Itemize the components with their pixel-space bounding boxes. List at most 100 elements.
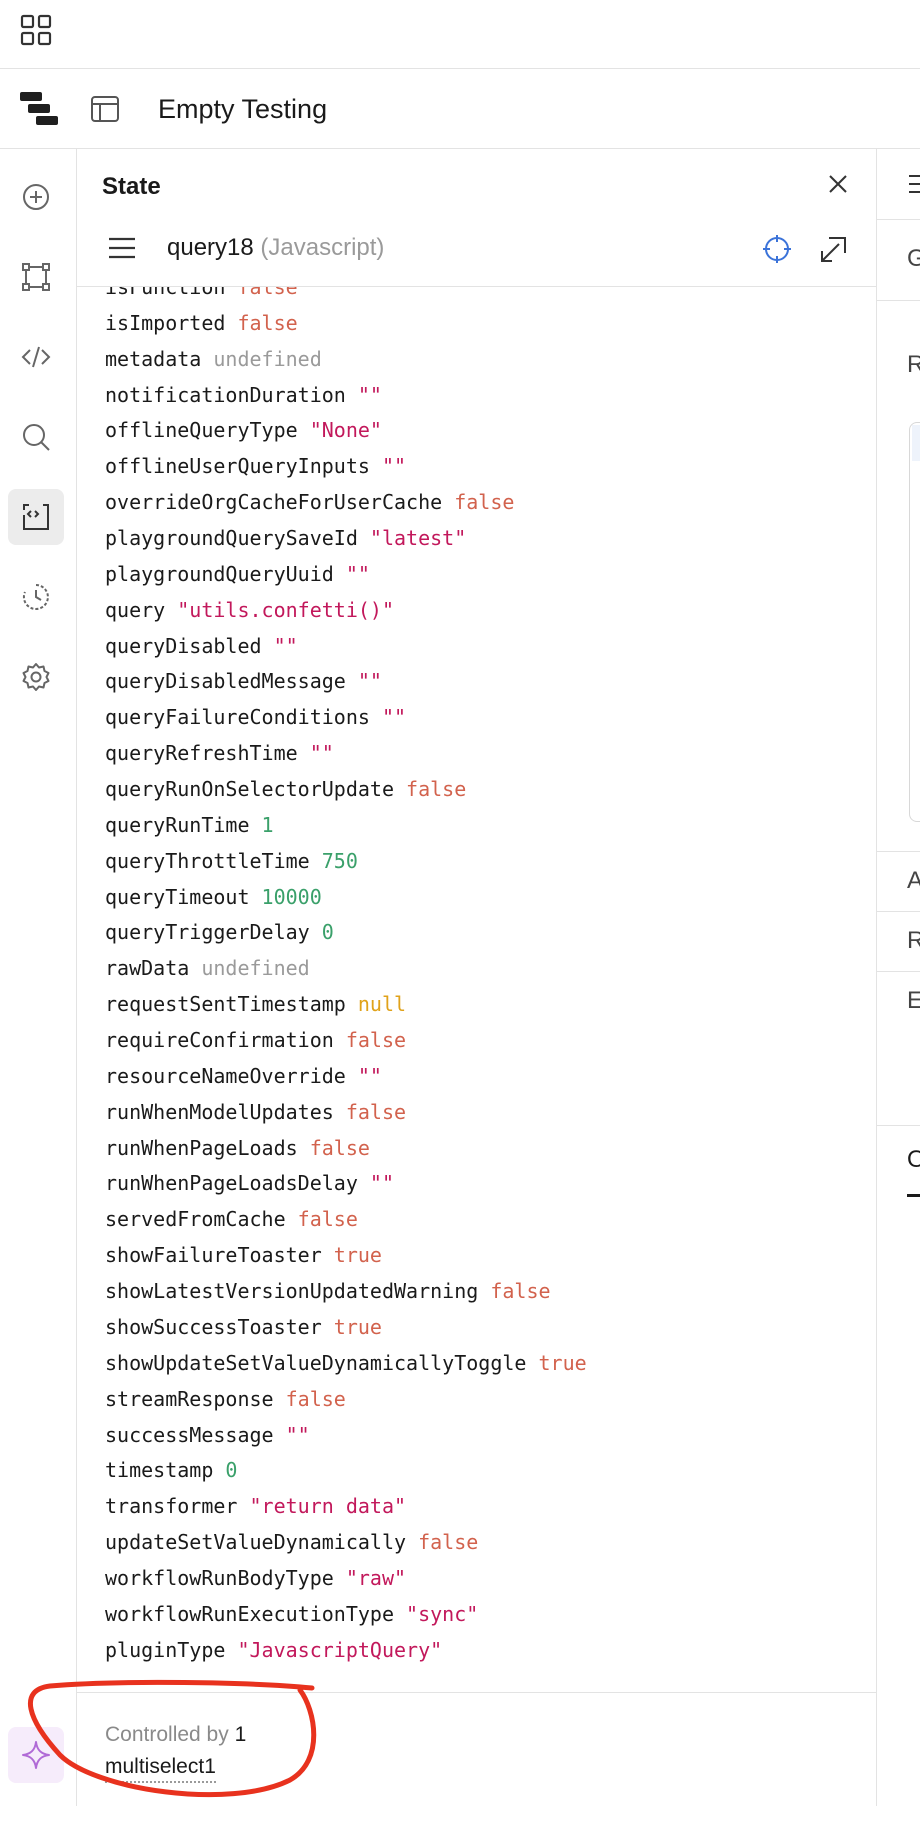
sparkle-ai-icon <box>22 1741 50 1769</box>
state-button[interactable] <box>8 489 64 545</box>
state-row[interactable]: pluginType "JavascriptQuery" <box>105 1633 587 1669</box>
settings-button[interactable] <box>8 649 64 705</box>
state-key: notificationDuration <box>105 382 346 407</box>
state-row[interactable]: playgroundQueryUuid "" <box>105 557 587 593</box>
state-row[interactable]: requireConfirmation false <box>105 1023 587 1059</box>
state-row[interactable]: queryTimeout 10000 <box>105 880 587 916</box>
state-value: undefined <box>213 346 322 371</box>
state-key: rawData <box>105 956 190 981</box>
state-key: successMessage <box>105 1422 274 1447</box>
state-key: transformer <box>105 1494 238 1519</box>
top-bar <box>0 0 920 69</box>
state-value: "" <box>345 561 370 586</box>
query-type: (Javascript) <box>260 234 385 261</box>
state-row[interactable]: showLatestVersionUpdatedWarning false <box>105 1274 587 1310</box>
state-value: "" <box>357 669 382 694</box>
component-tree-button[interactable] <box>8 249 64 305</box>
retool-logo-icon[interactable] <box>20 91 58 127</box>
state-value: false <box>345 1099 407 1124</box>
state-row[interactable]: servedFromCache false <box>105 1202 587 1238</box>
state-key: servedFromCache <box>105 1207 286 1232</box>
popout-icon[interactable] <box>817 233 849 265</box>
state-value: "latest" <box>369 526 467 551</box>
state-row[interactable]: notificationDuration "" <box>105 378 587 414</box>
state-key: queryThrottleTime <box>105 848 310 873</box>
history-icon <box>22 584 49 610</box>
right-inspector-panel: G R A R E O <box>877 149 920 1806</box>
state-row[interactable]: showUpdateSetValueDynamicallyToggle true <box>105 1346 587 1382</box>
history-button[interactable] <box>8 569 64 625</box>
state-key: queryFailureConditions <box>105 705 370 730</box>
state-key: queryDisabled <box>105 633 262 658</box>
state-row[interactable]: streamResponse false <box>105 1382 587 1418</box>
state-row[interactable]: runWhenModelUpdates false <box>105 1095 587 1131</box>
state-value: "utils.confetti()" <box>177 597 395 622</box>
state-row[interactable]: query "utils.confetti()" <box>105 593 587 629</box>
add-circle-icon <box>23 184 49 210</box>
panel-title: State <box>102 173 161 200</box>
controlled-by-count: 1 <box>234 1723 247 1746</box>
state-row[interactable]: runWhenPageLoads false <box>105 1131 587 1167</box>
state-row[interactable]: showSuccessToaster true <box>105 1310 587 1346</box>
state-key: isImported <box>105 310 226 335</box>
state-row[interactable]: playgroundQuerySaveId "latest" <box>105 521 587 557</box>
state-row[interactable]: isImported false <box>105 306 587 342</box>
state-row[interactable]: isFunction false <box>105 287 587 306</box>
ai-assist-button[interactable] <box>8 1727 64 1783</box>
state-row[interactable]: runWhenPageLoadsDelay "" <box>105 1166 587 1202</box>
state-value: false <box>309 1135 370 1160</box>
state-row[interactable]: queryFailureConditions "" <box>105 700 587 736</box>
add-component-button[interactable] <box>8 169 64 225</box>
state-row[interactable]: requestSentTimestamp null <box>105 987 587 1023</box>
state-key: showSuccessToaster <box>105 1314 322 1339</box>
state-row[interactable]: queryThrottleTime 750 <box>105 844 587 880</box>
left-sidebar <box>0 149 77 1806</box>
state-key: pluginType <box>105 1637 226 1662</box>
selected-query[interactable]: query18 (Javascript) <box>167 232 384 264</box>
state-row[interactable]: timestamp 0 <box>105 1453 587 1489</box>
right-panel-box[interactable] <box>909 422 920 822</box>
state-row[interactable]: overrideOrgCacheForUserCache false <box>105 485 587 521</box>
state-row[interactable]: queryDisabledMessage "" <box>105 664 587 700</box>
layout-icon[interactable] <box>90 95 120 123</box>
state-row[interactable]: showFailureToaster true <box>105 1238 587 1274</box>
locate-target-icon[interactable] <box>761 233 793 265</box>
state-row[interactable]: successMessage "" <box>105 1418 587 1454</box>
state-key: streamResponse <box>105 1386 274 1411</box>
state-list[interactable]: isFunction false isImported false metadata… <box>77 287 877 1842</box>
state-row[interactable]: queryDisabled "" <box>105 629 587 665</box>
state-key: queryRunOnSelectorUpdate <box>105 777 394 802</box>
state-key: showLatestVersionUpdatedWarning <box>105 1279 479 1304</box>
state-value: "None" <box>309 418 382 443</box>
state-value: "JavascriptQuery" <box>237 1637 443 1662</box>
menu-icon[interactable] <box>107 235 137 261</box>
search-button[interactable] <box>8 409 64 465</box>
state-row[interactable]: updateSetValueDynamically false <box>105 1525 587 1561</box>
state-key: overrideOrgCacheForUserCache <box>105 490 443 515</box>
state-row[interactable]: resourceNameOverride "" <box>105 1059 587 1095</box>
state-value: false <box>454 490 515 515</box>
state-row[interactable]: rawData undefined <box>105 951 587 987</box>
right-panel-tab[interactable]: O <box>907 1144 920 1176</box>
close-icon[interactable] <box>823 169 853 199</box>
apps-grid-icon[interactable] <box>20 14 52 46</box>
settings-icon <box>22 663 50 691</box>
state-row[interactable]: offlineQueryType "None" <box>105 413 587 449</box>
state-value: undefined <box>201 956 310 981</box>
controller-link[interactable]: multiselect1 <box>105 1753 216 1783</box>
state-row[interactable]: metadata undefined <box>105 342 587 378</box>
state-row[interactable]: offlineUserQueryInputs "" <box>105 449 587 485</box>
state-value: false <box>237 310 298 335</box>
state-panel-header: State query18 (Javascript) <box>77 149 877 287</box>
state-row[interactable]: queryRunTime 1 <box>105 808 587 844</box>
state-row[interactable]: workflowRunBodyType "raw" <box>105 1561 587 1597</box>
state-row[interactable]: queryTriggerDelay 0 <box>105 915 587 951</box>
state-value: "sync" <box>406 1601 479 1626</box>
state-row[interactable]: workflowRunExecutionType "sync" <box>105 1597 587 1633</box>
panel-menu-icon[interactable] <box>907 171 920 197</box>
state-row[interactable]: queryRunOnSelectorUpdate false <box>105 772 587 808</box>
state-row[interactable]: transformer "return data" <box>105 1489 587 1525</box>
state-row[interactable]: queryRefreshTime "" <box>105 736 587 772</box>
code-button[interactable] <box>8 329 64 385</box>
state-icon <box>23 504 49 530</box>
